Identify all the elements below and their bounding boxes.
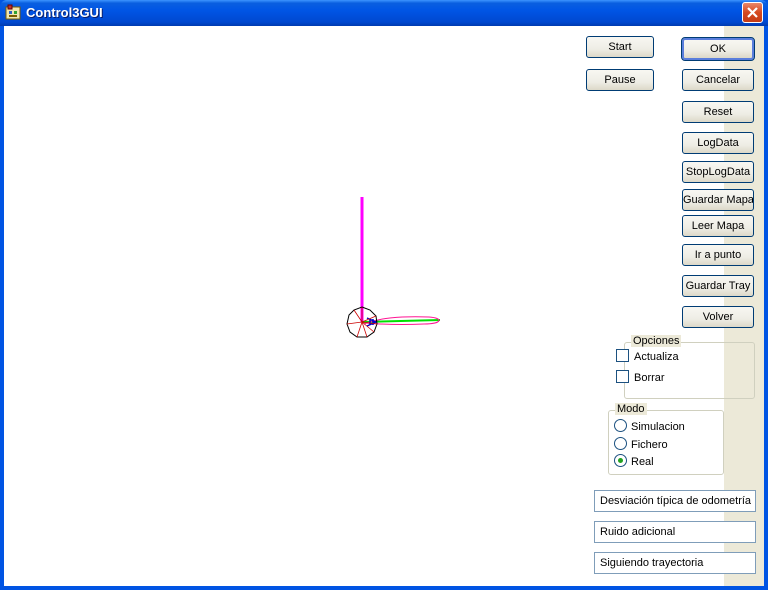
modo-radio-fichero[interactable]: Fichero bbox=[614, 437, 668, 451]
fichero-radio-dot[interactable] bbox=[614, 437, 627, 450]
real-label: Real bbox=[631, 456, 654, 468]
simulacion-label: Simulacion bbox=[631, 421, 685, 433]
logdata-button[interactable]: LogData bbox=[682, 132, 754, 154]
borrar-checkbox[interactable]: Borrar bbox=[616, 370, 665, 384]
borrar-label: Borrar bbox=[634, 372, 665, 384]
additional-noise-status: Ruido adicional bbox=[594, 521, 756, 543]
close-icon bbox=[747, 7, 758, 18]
volver-button[interactable]: Volver bbox=[682, 306, 754, 328]
title-bar[interactable]: Control3GUI bbox=[0, 0, 768, 26]
guardar-mapa-button[interactable]: Guardar Mapa bbox=[682, 189, 754, 211]
odometry-deviation-status: Desviación típica de odometría bbox=[594, 490, 756, 512]
close-button[interactable] bbox=[742, 2, 763, 23]
cancel-button[interactable]: Cancelar bbox=[682, 69, 754, 91]
stoplogdata-button[interactable]: StopLogData bbox=[682, 161, 754, 183]
fichero-label: Fichero bbox=[631, 439, 668, 451]
leer-mapa-button[interactable]: Leer Mapa bbox=[682, 215, 754, 237]
simulacion-radio-dot[interactable] bbox=[614, 419, 627, 432]
modo-radio-simulacion[interactable]: Simulacion bbox=[614, 419, 685, 433]
modo-group-title: Modo bbox=[615, 403, 647, 415]
actualiza-checkbox-box[interactable] bbox=[616, 349, 629, 362]
guardar-tray-button[interactable]: Guardar Tray bbox=[682, 275, 754, 297]
real-radio-dot[interactable] bbox=[614, 454, 627, 467]
ir-a-punto-button[interactable]: Ir a punto bbox=[682, 244, 754, 266]
opciones-group-title: Opciones bbox=[631, 335, 682, 347]
modo-radio-real[interactable]: Real bbox=[614, 454, 654, 468]
actualiza-label: Actualiza bbox=[634, 351, 679, 363]
start-button[interactable]: Start bbox=[586, 36, 654, 58]
ok-button[interactable]: OK bbox=[681, 37, 755, 61]
borrar-checkbox-box[interactable] bbox=[616, 370, 629, 383]
actualiza-checkbox[interactable]: Actualiza bbox=[616, 349, 679, 363]
main-window: Control3GUI Start Pause OK Cancelar Rese… bbox=[0, 0, 768, 590]
app-icon bbox=[5, 4, 21, 20]
reset-button[interactable]: Reset bbox=[682, 101, 754, 123]
pause-button[interactable]: Pause bbox=[586, 69, 654, 91]
dialog-client-area: Start Pause OK Cancelar Reset LogData St… bbox=[4, 26, 764, 586]
trajectory-status: Siguiendo trayectoria bbox=[594, 552, 756, 574]
window-title: Control3GUI bbox=[26, 5, 103, 20]
